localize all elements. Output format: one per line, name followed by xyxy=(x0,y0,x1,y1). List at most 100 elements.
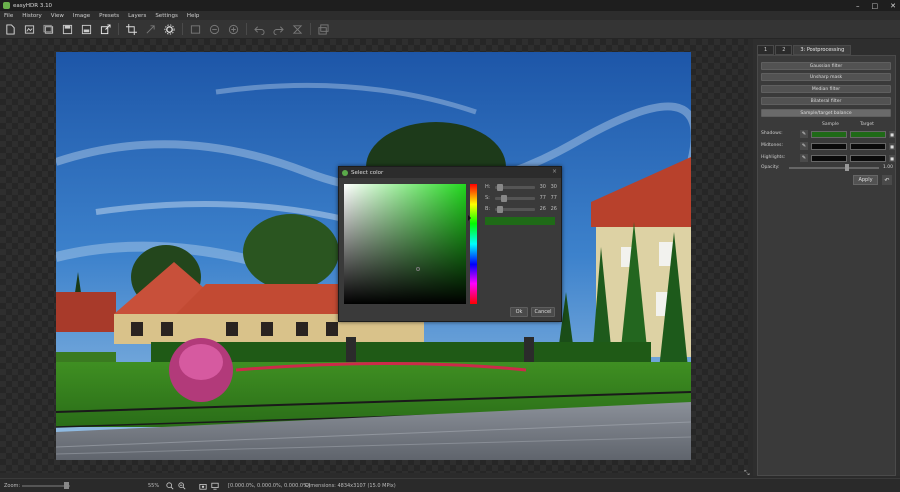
redo-icon[interactable] xyxy=(272,23,285,36)
hue-knob[interactable] xyxy=(497,183,503,191)
menu-image[interactable]: Image xyxy=(73,13,90,19)
zoom-in-icon[interactable] xyxy=(165,481,174,490)
bilateral-filter-button[interactable]: Bilateral filter xyxy=(761,97,891,105)
midtones-target-swatch[interactable] xyxy=(850,143,886,150)
brightness-knob[interactable] xyxy=(497,205,503,213)
save-as-icon[interactable] xyxy=(80,23,93,36)
menu-settings[interactable]: Settings xyxy=(155,13,178,19)
gaussian-filter-button[interactable]: Gaussian filter xyxy=(761,62,891,70)
highlights-sample-swatch[interactable] xyxy=(811,155,847,162)
highlights-label: Highlights: xyxy=(761,155,786,160)
dialog-titlebar[interactable]: Select color × xyxy=(339,167,561,178)
crop-icon[interactable] xyxy=(125,23,138,36)
dialog-close-button[interactable]: × xyxy=(552,168,557,175)
saturation-row: S: 77 77 xyxy=(485,194,559,202)
shadows-enable-checkbox[interactable]: ■ xyxy=(889,131,895,138)
color-picker-marker[interactable] xyxy=(416,267,420,271)
menu-file[interactable]: File xyxy=(4,13,13,19)
menu-history[interactable]: History xyxy=(22,13,42,19)
saturation-track[interactable] xyxy=(495,194,535,202)
toolbar-separator xyxy=(246,23,247,35)
zoom-out-icon[interactable] xyxy=(208,23,221,36)
saturation-value-alt[interactable]: 77 xyxy=(549,195,557,201)
hue-track[interactable] xyxy=(495,183,535,191)
delete-icon[interactable] xyxy=(291,23,304,36)
panel-tabs: 1 2 3: Postprocessing xyxy=(757,45,852,55)
rotate-icon[interactable] xyxy=(144,23,157,36)
hue-value-alt[interactable]: 30 xyxy=(549,184,557,190)
midtones-enable-checkbox[interactable]: ■ xyxy=(889,143,895,150)
dialog-title: Select color xyxy=(351,169,384,176)
camera-icon[interactable] xyxy=(198,481,207,490)
title-bar: easyHDR 3.10 – □ ✕ xyxy=(0,0,900,11)
menu-presets[interactable]: Presets xyxy=(99,13,119,19)
brightness-value-alt[interactable]: 26 xyxy=(549,206,557,212)
midtones-sample-swatch[interactable] xyxy=(811,143,847,150)
resize-grip-icon[interactable]: ⤡ xyxy=(744,469,752,477)
open-multiple-icon[interactable] xyxy=(42,23,55,36)
tab-1[interactable]: 1 xyxy=(757,45,775,55)
reset-icon[interactable]: ↶ xyxy=(882,175,892,185)
tab-postprocessing[interactable]: 3: Postprocessing xyxy=(793,45,852,55)
shadows-row: Shadows: ✎ ■ xyxy=(761,130,895,139)
brightness-track[interactable] xyxy=(495,205,535,213)
highlights-target-swatch[interactable] xyxy=(850,155,886,162)
ok-button[interactable]: Ok xyxy=(510,307,528,317)
saturation-value[interactable]: 77 xyxy=(538,195,546,201)
shadows-sample-swatch[interactable] xyxy=(811,131,847,138)
hue-row: H: 30 30 xyxy=(485,183,559,191)
zoom-label: Zoom: xyxy=(4,483,21,489)
median-filter-button[interactable]: Median filter xyxy=(761,85,891,93)
zoom-in-icon[interactable] xyxy=(227,23,240,36)
sample-target-balance-button[interactable]: Sample/target balance xyxy=(761,109,891,117)
cancel-button[interactable]: Cancel xyxy=(531,307,555,317)
opacity-label: Opacity: xyxy=(761,165,780,170)
zoom-slider-handle[interactable] xyxy=(64,482,69,489)
menu-view[interactable]: View xyxy=(51,13,64,19)
eyedropper-icon[interactable]: ✎ xyxy=(800,142,808,150)
opacity-row: Opacity: 1.00 xyxy=(761,164,894,172)
settings-icon[interactable] xyxy=(163,23,176,36)
apply-button[interactable]: Apply xyxy=(853,175,878,185)
close-button[interactable]: ✕ xyxy=(890,2,896,10)
menu-help[interactable]: Help xyxy=(187,13,200,19)
highlights-enable-checkbox[interactable]: ■ xyxy=(889,155,895,162)
export-icon[interactable] xyxy=(99,23,112,36)
open-icon[interactable] xyxy=(23,23,36,36)
batch-icon[interactable] xyxy=(189,23,202,36)
app-logo-icon xyxy=(3,2,10,9)
tab-2[interactable]: 2 xyxy=(775,45,793,55)
new-icon[interactable] xyxy=(4,23,17,36)
opacity-slider[interactable] xyxy=(789,167,879,169)
unsharp-mask-button[interactable]: Unsharp mask xyxy=(761,73,891,81)
saturation-label: S: xyxy=(485,195,490,201)
brightness-value[interactable]: 26 xyxy=(538,206,546,212)
dialog-app-icon xyxy=(342,169,348,176)
hue-label: H: xyxy=(485,184,491,190)
eyedropper-icon[interactable]: ✎ xyxy=(800,130,808,138)
save-icon[interactable] xyxy=(61,23,74,36)
hue-value[interactable]: 30 xyxy=(538,184,546,190)
opacity-slider-handle[interactable] xyxy=(845,164,849,171)
image-dimensions: Dimensions: 4834x3107 (15.0 MPix) xyxy=(305,483,396,489)
maximize-button[interactable]: □ xyxy=(872,2,879,10)
zoom-slider[interactable] xyxy=(22,485,70,487)
hue-slider[interactable] xyxy=(468,184,477,304)
eyedropper-icon[interactable]: ✎ xyxy=(800,154,808,162)
undo-icon[interactable] xyxy=(253,23,266,36)
brightness-row: B: 26 26 xyxy=(485,205,559,213)
hue-slider-handle[interactable] xyxy=(468,215,471,221)
sample-column-header: Sample xyxy=(822,122,839,127)
right-panel: 1 2 3: Postprocessing Gaussian filter Un… xyxy=(753,39,900,476)
zoom-value: 55% xyxy=(148,483,160,489)
menu-layers[interactable]: Layers xyxy=(128,13,146,19)
saturation-knob[interactable] xyxy=(501,194,507,202)
monitor-icon[interactable] xyxy=(210,481,219,490)
midtones-row: Midtones: ✎ ■ xyxy=(761,142,895,151)
saturation-value-picker[interactable] xyxy=(344,184,466,304)
toolbar-separator xyxy=(118,23,119,35)
minimize-button[interactable]: – xyxy=(856,2,860,10)
shadows-target-swatch[interactable] xyxy=(850,131,886,138)
zoom-out-icon[interactable] xyxy=(177,481,186,490)
layers-icon[interactable] xyxy=(317,23,330,36)
